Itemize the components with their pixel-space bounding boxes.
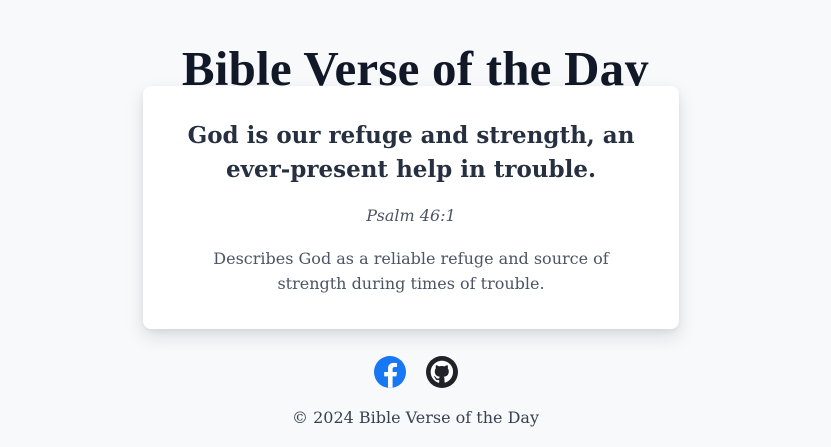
github-icon <box>425 356 458 388</box>
github-link[interactable] <box>425 356 458 388</box>
verse-description: Describes God as a reliable refuge and s… <box>213 249 609 293</box>
footer-copyright: © 2024 Bible Verse of the Day <box>292 408 539 427</box>
verse-text: God is our refuge and strength, an ever-… <box>187 122 635 183</box>
verse-card: God is our refuge and strength, an ever-… <box>143 86 679 329</box>
facebook-icon <box>373 356 406 388</box>
facebook-link[interactable] <box>373 356 406 388</box>
verse-reference: Psalm 46:1 <box>366 206 456 225</box>
page: Bible Verse of the Day God is our refuge… <box>0 0 831 447</box>
social-links <box>0 356 831 388</box>
